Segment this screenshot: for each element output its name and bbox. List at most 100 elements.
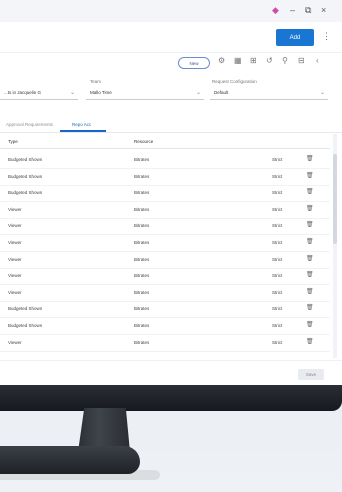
- cell-resource: Bitrates: [134, 206, 150, 212]
- cell-action[interactable]: Strict: [272, 306, 282, 311]
- scrollbar-thumb[interactable]: [333, 154, 337, 244]
- cell-type: Budgeted Shown: [8, 306, 43, 312]
- monitor-bezel: [0, 385, 342, 411]
- close-button[interactable]: ×: [321, 5, 326, 15]
- toolbar: New ⚙ ▦ ⊞ ↺ ⚲ ⊟ ‹: [0, 52, 342, 72]
- cell-action[interactable]: Strict: [272, 157, 282, 162]
- cell-type: Viewer: [8, 289, 22, 295]
- cell-action[interactable]: Strict: [272, 273, 282, 278]
- share-icon[interactable]: ‹: [316, 56, 319, 65]
- maximize-button[interactable]: ⧉: [305, 5, 311, 16]
- delete-icon[interactable]: 🗑: [306, 238, 314, 245]
- filter-icon[interactable]: ⊞: [250, 56, 257, 65]
- cell-resource: Bitrates: [134, 190, 150, 196]
- cell-action[interactable]: Strict: [272, 340, 282, 345]
- delete-icon[interactable]: 🗑: [306, 155, 314, 162]
- table-row[interactable]: Budgeted Shown Bitrates Strict 🗑: [0, 301, 330, 319]
- app-window: ◆ – ⧉ × Add ⋮ New ⚙ ▦ ⊞ ↺ ⚲ ⊟ ‹ Team Req…: [0, 0, 342, 385]
- monitor-stand-base: [0, 446, 140, 474]
- cell-type: Budgeted Shown: [8, 323, 43, 328]
- tab-bar: Approval Requirements Repo Acc: [0, 118, 342, 133]
- settings-icon[interactable]: ⚙: [218, 56, 225, 65]
- cell-resource: Bitrates: [134, 273, 150, 279]
- table-header: Type Resource: [0, 134, 330, 149]
- filter-value-team: Mallo Time: [90, 90, 112, 95]
- resource-table: Type Resource Budgeted Shown Bitrates Stri…: [0, 134, 330, 358]
- minimize-button[interactable]: –: [290, 5, 295, 15]
- active-tab-indicator: [60, 130, 106, 132]
- table-row[interactable]: Budgeted Shown Bitrates Strict 🗑: [0, 169, 330, 186]
- cell-action[interactable]: Strict: [272, 323, 282, 328]
- table-row[interactable]: Budgeted Shown Bitrates Strict 🗑: [0, 185, 330, 203]
- filter-select-project[interactable]: ...ts in Jacquelin G ⌄: [0, 87, 78, 100]
- cell-action[interactable]: Strict: [272, 223, 282, 228]
- cell-resource: Bitrates: [134, 223, 150, 229]
- column-header-type[interactable]: Type: [8, 139, 18, 144]
- table-row[interactable]: Viewer Bitrates Strict 🗑: [0, 252, 330, 269]
- tab-repo-access[interactable]: Repo Acc: [72, 122, 91, 127]
- save-button[interactable]: Save: [298, 369, 324, 380]
- chevron-down-icon: ⌄: [69, 90, 75, 96]
- cell-type: Budgeted Shown: [8, 157, 43, 162]
- delete-icon[interactable]: 🗑: [306, 271, 314, 278]
- cell-type: Viewer: [8, 339, 22, 345]
- cell-action[interactable]: Strict: [272, 190, 282, 195]
- cell-type: Viewer: [8, 240, 22, 245]
- add-button[interactable]: Add: [276, 29, 314, 46]
- history-icon[interactable]: ↺: [266, 56, 273, 65]
- column-header-resource[interactable]: Resource: [134, 139, 153, 144]
- chevron-down-icon: ⌄: [195, 90, 201, 96]
- filter-select-config[interactable]: Default ⌄: [210, 87, 328, 100]
- chevron-down-icon: ⌄: [319, 90, 325, 96]
- cell-type: Budgeted Shown: [8, 173, 43, 179]
- cell-resource: Bitrates: [134, 157, 150, 162]
- cell-resource: Bitrates: [134, 306, 150, 312]
- delete-icon[interactable]: 🗑: [306, 188, 314, 195]
- cell-action[interactable]: Strict: [272, 290, 282, 295]
- filter-select-team[interactable]: Mallo Time ⌄: [86, 87, 204, 100]
- cell-type: Viewer: [8, 223, 22, 229]
- filter-label-config: Request Configuration: [212, 79, 257, 84]
- filter-label-team: Team: [90, 79, 102, 84]
- table-row[interactable]: Budgeted Shown Bitrates Strict 🗑: [0, 318, 330, 335]
- delete-icon[interactable]: 🗑: [306, 304, 314, 311]
- cell-resource: Bitrates: [134, 173, 150, 179]
- export-icon[interactable]: ⊟: [298, 56, 305, 65]
- delete-icon[interactable]: 🗑: [306, 255, 314, 262]
- cell-action[interactable]: Strict: [272, 257, 282, 262]
- cell-action[interactable]: Strict: [272, 240, 282, 245]
- table-scrollbar[interactable]: [333, 134, 337, 358]
- delete-icon[interactable]: 🗑: [306, 338, 314, 345]
- table-row[interactable]: Viewer Bitrates Strict 🗑: [0, 218, 330, 236]
- filter-value-config: Default: [214, 90, 229, 95]
- cell-type: Budgeted Shown: [8, 190, 43, 196]
- grid-icon[interactable]: ▦: [234, 56, 242, 65]
- delete-icon[interactable]: 🗑: [306, 288, 314, 295]
- table-row[interactable]: Budgeted Shown Bitrates Strict 🗑: [0, 152, 330, 169]
- cell-action[interactable]: Strict: [272, 207, 282, 212]
- table-row[interactable]: Viewer Bitrates Strict 🗑: [0, 268, 330, 286]
- filter-bar: Team Request Configuration ...ts in Jacq…: [0, 76, 342, 106]
- table-row[interactable]: Viewer Bitrates Strict 🗑: [0, 335, 330, 352]
- delete-icon[interactable]: 🗑: [306, 205, 314, 212]
- footer-bar: Save: [0, 360, 342, 385]
- cell-type: Viewer: [8, 273, 22, 279]
- delete-icon[interactable]: 🗑: [306, 321, 314, 328]
- filter-value-project: ...ts in Jacquelin G: [4, 90, 42, 95]
- cell-resource: Bitrates: [134, 339, 150, 345]
- new-pill-button[interactable]: New: [178, 57, 210, 69]
- table-row[interactable]: Viewer Bitrates Strict 🗑: [0, 202, 330, 219]
- cell-resource: Bitrates: [134, 323, 150, 328]
- tab-approval-requirements[interactable]: Approval Requirements: [6, 122, 53, 127]
- delete-icon[interactable]: 🗑: [306, 172, 314, 179]
- cell-resource: Bitrates: [134, 289, 150, 295]
- table-row[interactable]: Viewer Bitrates Strict 🗑: [0, 285, 330, 302]
- table-row[interactable]: Viewer Bitrates Strict 🗑: [0, 235, 330, 252]
- delete-icon[interactable]: 🗑: [306, 221, 314, 228]
- more-options-icon[interactable]: ⋮: [322, 31, 331, 42]
- link-icon[interactable]: ⚲: [282, 56, 288, 65]
- cell-type: Viewer: [8, 256, 22, 262]
- cell-type: Viewer: [8, 206, 22, 212]
- cell-action[interactable]: Strict: [272, 174, 282, 179]
- app-badge-icon: ◆: [272, 5, 279, 15]
